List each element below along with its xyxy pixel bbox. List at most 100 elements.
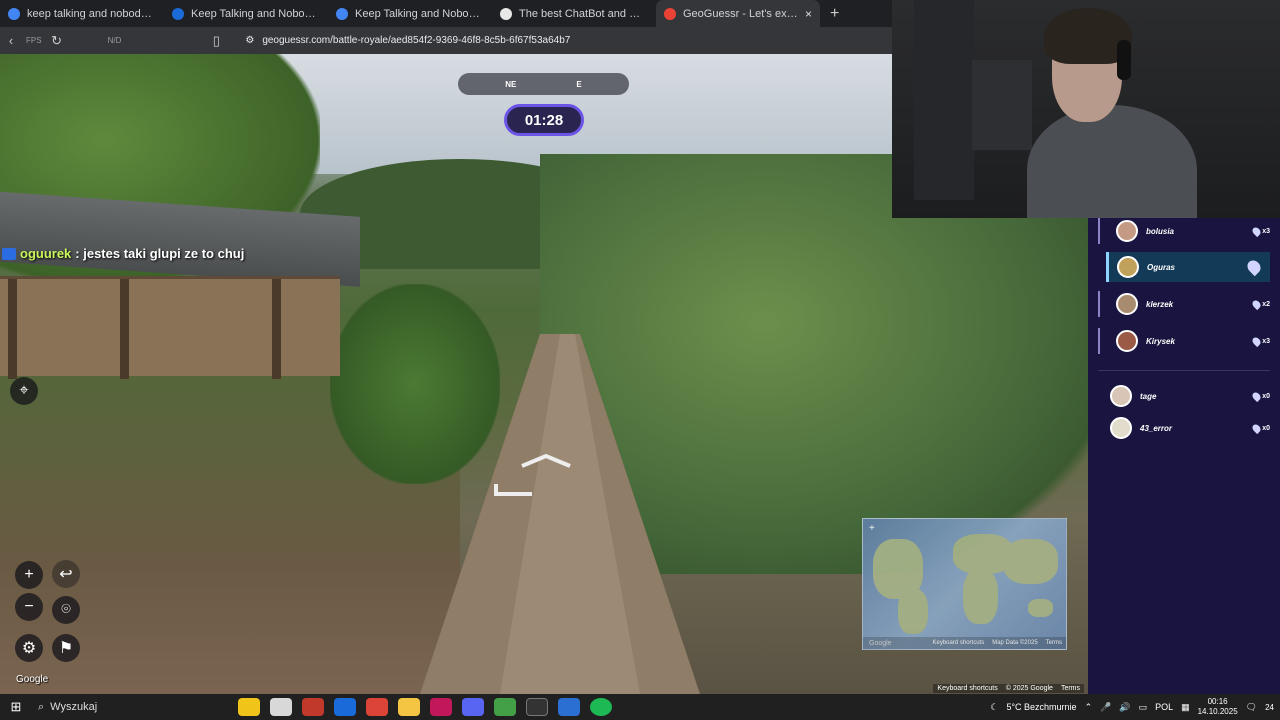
network-icon[interactable]: ▦ [1181,702,1190,713]
app-pink-icon[interactable] [430,698,452,716]
browser-tab[interactable]: Keep Talking and Nobody Explodes [164,0,328,27]
guess-minimap[interactable]: + Google Keyboard shortcuts Map Data ©20… [862,518,1067,650]
wall-post [272,279,281,379]
new-tab-button[interactable]: + [820,5,839,23]
continent [1003,539,1058,584]
steam-icon[interactable] [334,698,356,716]
guess-count: x2 [1251,298,1270,310]
steam2-icon[interactable] [558,698,580,716]
barn-wall [0,276,340,379]
move-forward-arrow[interactable] [520,454,572,468]
battery-icon[interactable]: ▭ [1139,702,1148,713]
compass-ne: NE [505,79,517,89]
browser-tab-active[interactable]: GeoGuessr - Let's explore the × [656,0,820,27]
camera-toggle-button[interactable]: ⌖ [10,377,38,405]
app-red-icon[interactable] [302,698,324,716]
taskbar-apps [238,698,612,716]
fps-label: FPS [26,36,42,45]
bookmark-icon[interactable]: ▯ [205,33,227,49]
back-icon[interactable]: ‹ [0,33,22,48]
language-indicator[interactable]: POL [1155,702,1173,712]
pin-icon [1251,298,1263,310]
notifications-icon[interactable]: 🗨 [1246,702,1257,713]
browser-tab[interactable]: keep talking and nobody dies - Szuk [0,0,164,27]
flag-icon: ⚑ [58,640,74,657]
spotify-icon[interactable] [590,698,612,716]
chrome-icon[interactable] [366,698,388,716]
reload-icon[interactable]: ↻ [46,33,68,49]
tab-title: Keep Talking and Nobody Explodes [191,7,320,20]
continent [898,589,928,634]
players-divider [1098,370,1270,371]
windows-start-icon[interactable]: ⊞ [0,699,32,715]
player-row: klerzek x2 [1098,291,1270,317]
return-to-start-button[interactable]: ⌾ [52,596,80,624]
system-tray: ☾ 5°C Bezchmurnie ⌃ 🎤 🔊 ▭ POL ▦ 00:16 14… [990,694,1274,720]
chat-badge-icon [2,247,16,260]
browser-tab[interactable]: Keep Talking and Nobody Explodes [328,0,492,27]
player-name: bolusia [1146,226,1175,236]
undo-button[interactable]: ↩ [52,560,80,588]
undo-icon: ↩ [59,566,73,583]
discord-icon[interactable] [462,698,484,716]
minus-icon: − [24,598,34,615]
tab-title: keep talking and nobody dies - Szuk [27,7,156,20]
mic-icon[interactable]: 🎤 [1100,702,1111,713]
browser-tab[interactable]: The best ChatBot and Widgets for Ki [492,0,656,27]
shortcuts-link[interactable]: Keyboard shortcuts [937,685,997,692]
app-green-icon[interactable] [494,698,516,716]
steam-favicon-icon [172,7,184,20]
player-row: 43_error x0 [1110,416,1270,440]
avatar [1116,293,1138,315]
streetview-footer: Keyboard shortcuts © 2025 Google Terms [933,684,1084,693]
guess-count: x0 [1251,422,1270,434]
files-icon[interactable] [270,698,292,716]
weather-label[interactable]: 5°C Bezchmurnie [1006,702,1076,712]
close-tab-icon[interactable]: × [805,7,812,21]
guess-count-value: x0 [1262,392,1270,400]
tab-title: The best ChatBot and Widgets for Ki [519,7,648,20]
settings-button[interactable]: ⚙ [15,634,43,662]
guess-count: x0 [1251,390,1270,402]
player-name: klerzek [1146,299,1174,309]
google-favicon-icon [336,7,348,20]
camera-icon: ⌖ [19,382,29,399]
player-name: 43_error [1140,423,1173,433]
avatar [1116,330,1138,352]
zoom-in-button[interactable]: + [15,561,43,589]
volume-icon[interactable]: 🔊 [1119,702,1130,713]
gear-icon: ⚙ [21,640,37,657]
minimap-expand-icon[interactable]: + [869,523,875,534]
wall-post [8,279,17,379]
pin-icon [1251,335,1263,347]
notes-icon[interactable] [238,698,260,716]
guess-count-value: x3 [1262,337,1270,345]
clock-date: 14.10.2025 [1197,707,1238,716]
clock[interactable]: 00:16 14.10.2025 [1198,697,1238,717]
move-back-arrow[interactable] [494,482,534,496]
url-field[interactable]: ⚙ geoguessr.com/battle-royale/aed854f2-9… [245,35,570,46]
guess-count: x3 [1251,225,1270,237]
guess-count-value: x0 [1262,424,1270,432]
tab-title: Keep Talking and Nobody Explodes [355,7,484,20]
obs-icon[interactable] [526,698,548,716]
terms-link[interactable]: Terms [1061,685,1080,692]
site-settings-icon[interactable]: ⚙ [245,35,254,46]
minimap-shortcuts-link[interactable]: Keyboard shortcuts [933,640,985,646]
pin-icon [1251,390,1263,402]
player-name: Kirysek [1146,336,1175,346]
copyright-label: © 2025 Google [1005,685,1053,692]
flag-button[interactable]: ⚑ [52,634,80,662]
address-bar: ‹ FPS ↻ N/D ▯ ⚙ geoguessr.com/battle-roy… [0,27,892,54]
screen: keep talking and nobody dies - Szuk Keep… [0,0,1280,720]
chat-overlay: oguurek : jestes taki glupi ze to chuj [2,246,244,261]
minimap-terms-link[interactable]: Terms [1046,640,1062,646]
taskbar-search[interactable]: ⌕ Wyszukaj [32,701,222,714]
folder-icon[interactable] [398,698,420,716]
compass-e: E [576,79,582,89]
pin-icon [1244,257,1264,277]
chevron-up-icon[interactable]: ⌃ [1085,702,1093,713]
clock-time: 00:16 [1207,697,1228,706]
zoom-out-button[interactable]: − [15,593,43,621]
guess-count-value: x3 [1262,227,1270,235]
